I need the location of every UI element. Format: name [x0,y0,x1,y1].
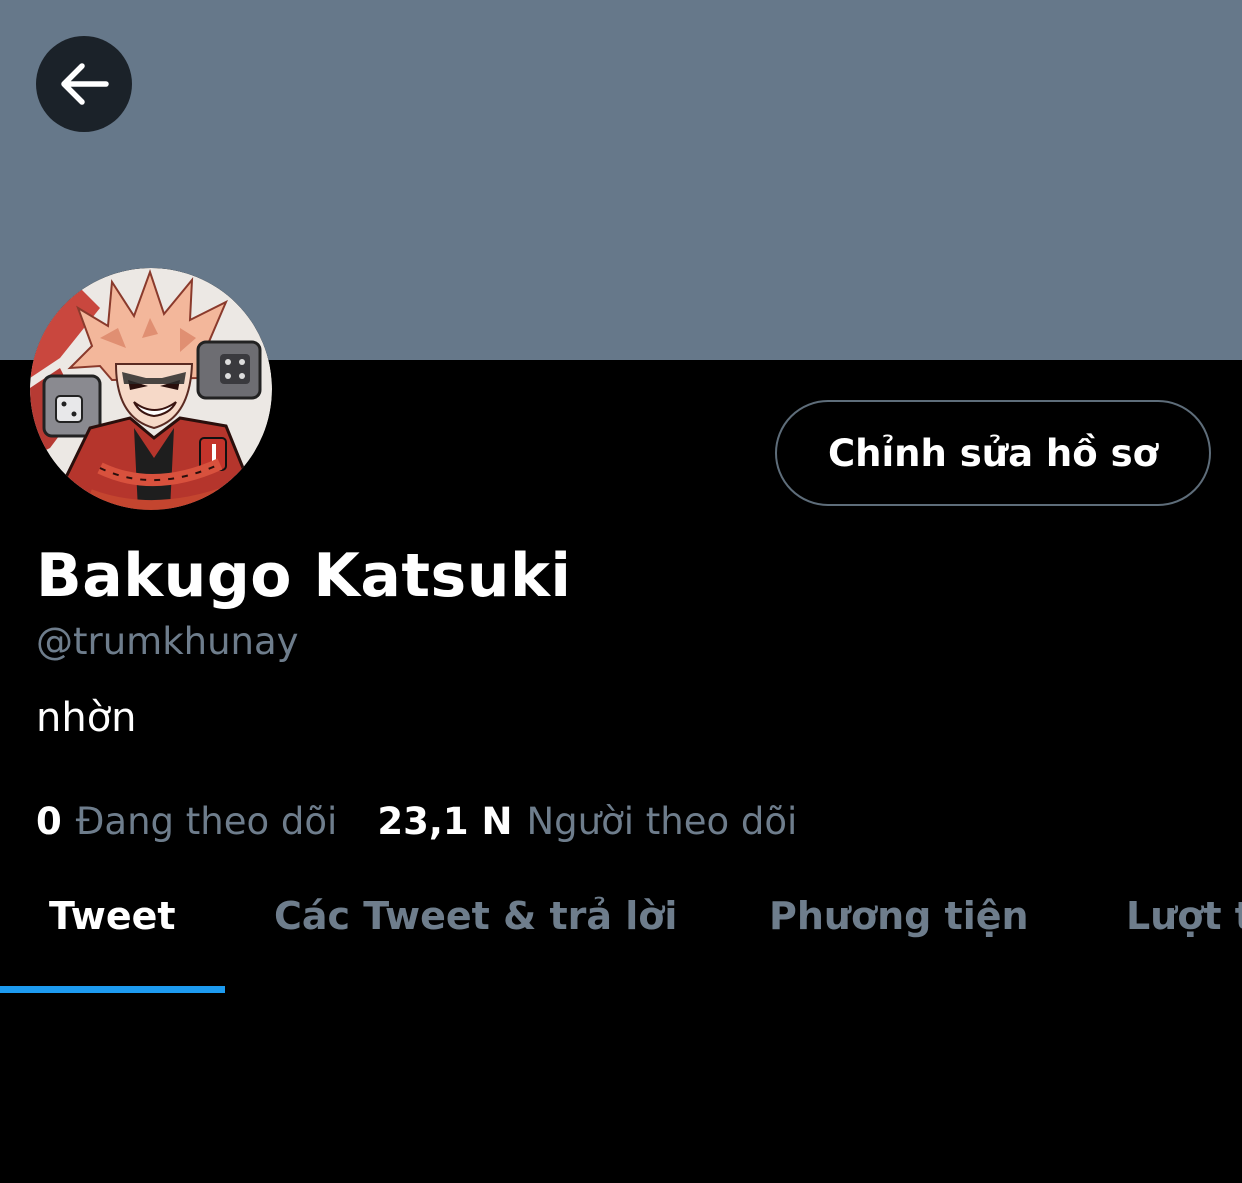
user-handle: @trumkhunay [36,620,299,663]
follow-stats: 0 Đang theo dõi 23,1 N Người theo dõi [36,800,797,843]
followers-label: Người theo dõi [526,800,798,843]
tab-likes[interactable]: Lượt thích [1126,894,1242,938]
tab-tweets[interactable]: Tweet [49,894,176,938]
anime-avatar-image [30,268,272,510]
arrow-left-icon [61,63,109,105]
followers-count: 23,1 N [377,800,513,843]
following-label: Đang theo dõi [75,800,338,843]
profile-bio: nhờn [36,695,137,741]
edit-profile-button[interactable]: Chỉnh sửa hồ sơ [775,400,1211,506]
display-name: Bakugo Katsuki [36,541,572,611]
following-count: 0 [36,800,62,843]
active-tab-indicator [0,986,225,993]
followers-stat[interactable]: 23,1 N Người theo dõi [377,800,797,843]
profile-tabs: Tweet Các Tweet & trả lời Phương tiện Lư… [0,880,1242,995]
avatar[interactable] [30,268,272,510]
tab-tweets-and-replies[interactable]: Các Tweet & trả lời [274,894,677,938]
tab-media[interactable]: Phương tiện [769,894,1029,938]
following-stat[interactable]: 0 Đang theo dõi [36,800,337,843]
profile-page: Chỉnh sửa hồ sơ Bakugo Katsuki @trumkhun… [0,0,1242,1183]
back-button[interactable] [36,36,132,132]
